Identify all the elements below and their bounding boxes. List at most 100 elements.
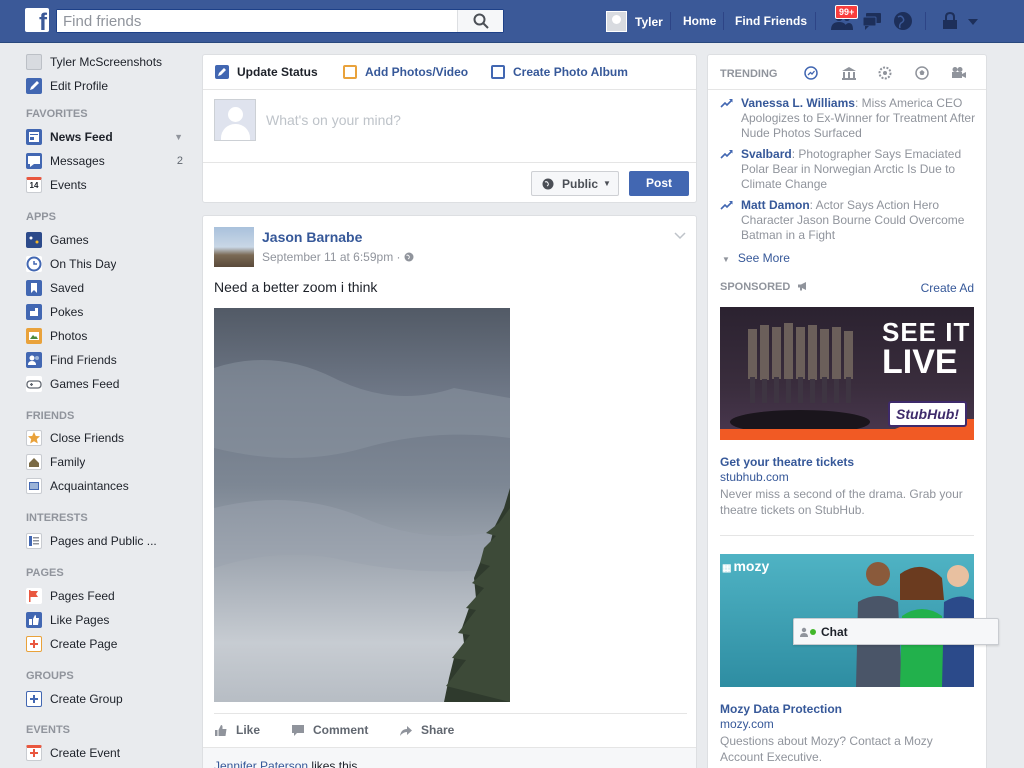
trending-item[interactable]: Vanessa L. Williams: Miss America CEO Ap…	[720, 96, 978, 141]
composer-footer: Public ▼ Post	[203, 162, 696, 203]
pencil-icon	[26, 78, 42, 94]
ad-image-text-live: LIVE	[882, 343, 958, 381]
sidebar-item-label: News Feed	[50, 130, 113, 144]
sidebar-item-label: On This Day	[50, 257, 117, 271]
chevron-down-icon: ▼	[722, 255, 730, 264]
section-heading-pages: PAGES	[26, 567, 64, 579]
sidebar-item-on-this-day[interactable]: On This Day	[26, 255, 191, 273]
messages-icon[interactable]	[861, 10, 885, 32]
trending-politics-icon[interactable]	[841, 66, 856, 80]
sidebar-item-create-group[interactable]: Create Group	[26, 690, 191, 708]
search-box	[56, 9, 504, 33]
search-input[interactable]	[57, 10, 457, 32]
sidebar-item-pages-and-public[interactable]: Pages and Public ...	[26, 532, 191, 550]
facebook-logo-icon[interactable]: f	[25, 8, 49, 35]
chat-bar[interactable]: Chat	[793, 618, 999, 645]
sidebar-item-family[interactable]: Family	[26, 453, 191, 471]
post-author[interactable]: Jason Barnabe	[262, 229, 362, 245]
tab-create-photo-album[interactable]: Create Photo Album	[491, 65, 628, 79]
sidebar-item-label: Pages Feed	[50, 589, 115, 603]
sidebar-item-close-friends[interactable]: Close Friends	[26, 429, 191, 447]
thumbs-up-icon	[215, 724, 227, 736]
trending-sports-ball-icon[interactable]	[915, 66, 929, 80]
sidebar-item-pages-feed[interactable]: Pages Feed	[26, 587, 191, 605]
sidebar-item-edit-profile[interactable]: Edit Profile	[26, 77, 191, 95]
sidebar-item-label: Create Page	[50, 637, 118, 651]
notifications-globe-icon[interactable]	[892, 10, 916, 32]
ad-title[interactable]: Get your theatre tickets	[720, 455, 854, 469]
trending-name: Svalbard	[741, 147, 792, 161]
poke-hand-icon	[26, 304, 42, 320]
likes-suffix: likes this.	[308, 759, 361, 768]
post-photo[interactable]	[214, 308, 510, 702]
sidebar-item-like-pages[interactable]: Like Pages	[26, 611, 191, 629]
ad-url[interactable]: mozy.com	[720, 717, 774, 731]
section-heading-interests: INTERESTS	[26, 512, 88, 524]
sidebar-item-saved[interactable]: Saved	[26, 279, 191, 297]
liker-link[interactable]: Jennifer Paterson	[214, 759, 308, 768]
find-friends-link[interactable]: Find Friends	[735, 14, 807, 28]
messages-count: 2	[176, 155, 183, 167]
create-ad-link[interactable]: Create Ad	[921, 281, 974, 295]
ad-image-stubhub[interactable]: SEE IT LIVE StubHub!	[720, 307, 974, 440]
tab-update-status[interactable]: Update Status	[215, 65, 318, 79]
home-link[interactable]: Home	[683, 14, 716, 28]
trending-item[interactable]: Matt Damon: Actor Says Action Hero Chara…	[720, 198, 978, 243]
sidebar-item-messages[interactable]: Messages 2	[26, 152, 191, 170]
sidebar-item-events[interactable]: 14 Events	[26, 176, 191, 194]
comment-label: Comment	[313, 723, 369, 737]
sidebar-item-acquaintances[interactable]: Acquaintances	[26, 477, 191, 495]
avatar[interactable]	[214, 227, 254, 267]
sidebar-item-photos[interactable]: Photos	[26, 327, 191, 345]
sidebar-item-games[interactable]: Games	[26, 231, 191, 249]
trending-science-gear-icon[interactable]	[878, 66, 892, 80]
sidebar-item-pokes[interactable]: Pokes	[26, 303, 191, 321]
divider	[720, 535, 974, 536]
ad-description: Never miss a second of the drama. Grab y…	[720, 487, 963, 517]
see-more-link[interactable]: ▼ See More	[722, 251, 790, 265]
comment-button[interactable]: Comment	[291, 723, 368, 737]
post-options-chevron-down-icon[interactable]	[674, 229, 686, 243]
account-menu-chevron-down-icon[interactable]	[966, 10, 990, 32]
ad-url[interactable]: stubhub.com	[720, 470, 789, 484]
like-button[interactable]: Like	[214, 723, 260, 737]
search-button[interactable]	[457, 10, 503, 32]
sidebar-item-news-feed[interactable]: News Feed ▼	[26, 128, 191, 146]
sidebar-item-create-page[interactable]: Create Page	[26, 635, 191, 653]
search-icon	[473, 13, 489, 29]
bookmark-icon	[26, 280, 42, 296]
sidebar-item-profile[interactable]: Tyler McScreenshots	[26, 53, 191, 71]
share-arrow-icon	[400, 725, 412, 736]
sidebar-item-label: Close Friends	[50, 431, 125, 445]
star-icon	[26, 430, 42, 446]
sidebar-item-find-friends[interactable]: Find Friends	[26, 351, 191, 369]
globe-icon	[542, 178, 554, 189]
ad-title[interactable]: Mozy Data Protection	[720, 702, 842, 716]
post-button[interactable]: Post	[629, 171, 689, 196]
status-input[interactable]: What's on your mind?	[266, 112, 401, 128]
trending-entertainment-camera-icon[interactable]	[951, 66, 966, 80]
sidebar-item-label: Acquaintances	[50, 479, 129, 493]
divider	[723, 12, 724, 30]
top-profile-link[interactable]: Tyler	[606, 11, 663, 32]
trending-item[interactable]: Svalbard: Photographer Says Emaciated Po…	[720, 147, 978, 192]
tab-add-photos-video[interactable]: Add Photos/Video	[343, 65, 468, 79]
create-page-plus-icon	[26, 636, 42, 652]
audience-selector-button[interactable]: Public ▼	[531, 171, 619, 196]
like-label: Like	[236, 723, 261, 737]
sidebar-item-games-feed[interactable]: Games Feed	[26, 375, 191, 393]
megaphone-icon	[798, 282, 807, 291]
post-likes-summary: Jennifer Paterson likes this.	[203, 747, 696, 768]
trending-top-icon[interactable]	[804, 66, 818, 80]
post-timestamp[interactable]: September 11 at 6:59pm ·	[262, 250, 414, 264]
share-button[interactable]: Share	[399, 723, 454, 737]
list-icon	[26, 533, 42, 549]
avatar	[606, 11, 627, 32]
sidebar-item-label: Photos	[50, 329, 88, 343]
thumbs-up-icon	[26, 612, 42, 628]
privacy-lock-icon[interactable]	[940, 10, 964, 32]
chevron-down-icon: ▼	[603, 179, 611, 188]
sidebar-item-create-event[interactable]: Create Event	[26, 744, 191, 762]
sidebar-item-label: Like Pages	[50, 613, 110, 627]
options-chevron-down-icon[interactable]: ▼	[174, 132, 183, 142]
